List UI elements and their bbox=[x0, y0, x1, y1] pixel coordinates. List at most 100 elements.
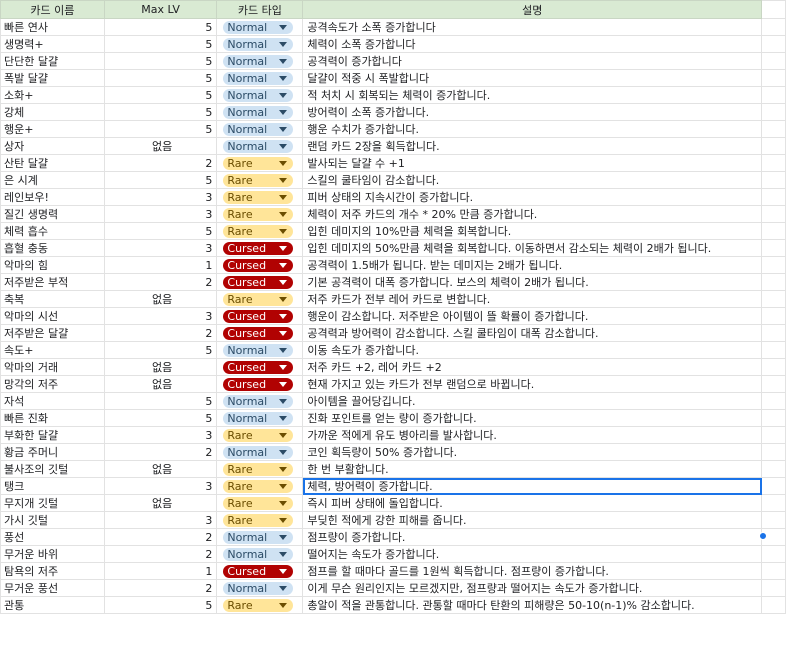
card-name-cell[interactable]: 탱크 bbox=[0, 477, 105, 495]
description-cell[interactable]: 피버 상태의 지속시간이 증가합니다. bbox=[302, 188, 763, 206]
card-name-cell[interactable]: 은 시계 bbox=[0, 171, 105, 189]
dropdown-arrow-icon[interactable] bbox=[279, 500, 288, 506]
card-type-cell[interactable]: Cursed bbox=[216, 375, 304, 393]
card-type-dropdown[interactable]: Rare bbox=[223, 224, 294, 238]
card-type-cell[interactable]: Rare bbox=[216, 460, 304, 478]
card-type-dropdown[interactable]: Normal bbox=[223, 71, 294, 85]
card-type-cell[interactable]: Normal bbox=[216, 392, 304, 410]
max-lv-cell[interactable]: 5 bbox=[103, 103, 218, 121]
card-name-cell[interactable]: 무지개 깃털 bbox=[0, 494, 105, 512]
card-type-dropdown[interactable]: Rare bbox=[223, 598, 294, 612]
card-type-dropdown[interactable]: Cursed bbox=[223, 564, 294, 578]
dropdown-arrow-icon[interactable] bbox=[279, 466, 288, 472]
empty-cell[interactable] bbox=[761, 35, 786, 53]
empty-cell[interactable] bbox=[761, 443, 786, 461]
card-type-cell[interactable]: Normal bbox=[216, 443, 304, 461]
card-type-cell[interactable]: Normal bbox=[216, 52, 304, 70]
card-type-dropdown[interactable]: Normal bbox=[223, 37, 294, 51]
empty-cell[interactable] bbox=[761, 307, 786, 325]
card-type-cell[interactable]: Rare bbox=[216, 511, 304, 529]
card-name-cell[interactable]: 악마의 시선 bbox=[0, 307, 105, 325]
empty-cell[interactable] bbox=[761, 273, 786, 291]
max-lv-cell[interactable]: 5 bbox=[103, 596, 218, 614]
dropdown-arrow-icon[interactable] bbox=[279, 364, 288, 370]
max-lv-cell[interactable]: 5 bbox=[103, 222, 218, 240]
header-card-name[interactable]: 카드 이름 bbox=[0, 0, 105, 19]
card-type-dropdown[interactable]: Normal bbox=[223, 54, 294, 68]
header-description[interactable]: 설명 bbox=[302, 0, 763, 19]
card-type-dropdown[interactable]: Normal bbox=[223, 343, 294, 357]
dropdown-arrow-icon[interactable] bbox=[279, 262, 288, 268]
max-lv-cell[interactable]: 1 bbox=[103, 256, 218, 274]
card-type-dropdown[interactable]: Normal bbox=[223, 530, 294, 544]
dropdown-arrow-icon[interactable] bbox=[279, 415, 288, 421]
card-type-cell[interactable]: Cursed bbox=[216, 273, 304, 291]
empty-cell[interactable] bbox=[761, 222, 786, 240]
max-lv-cell[interactable]: 1 bbox=[103, 562, 218, 580]
description-cell[interactable]: 부딪힌 적에게 강한 피해를 줍니다. bbox=[302, 511, 763, 529]
description-cell[interactable]: 스킬의 쿨타임이 감소합니다. bbox=[302, 171, 763, 189]
card-type-dropdown[interactable]: Rare bbox=[223, 462, 294, 476]
description-cell[interactable]: 총알이 적을 관통합니다. 관통할 때마다 탄환의 피해량은 50-10(n-1… bbox=[302, 596, 763, 614]
max-lv-cell[interactable]: 없음 bbox=[103, 375, 218, 393]
card-name-cell[interactable]: 강체 bbox=[0, 103, 105, 121]
description-cell[interactable]: 저주 카드 +2, 레어 카드 +2 bbox=[302, 358, 763, 376]
dropdown-arrow-icon[interactable] bbox=[279, 58, 288, 64]
card-type-dropdown[interactable]: Cursed bbox=[223, 241, 294, 255]
description-cell[interactable]: 적 처치 시 회복되는 체력이 증가합니다. bbox=[302, 86, 763, 104]
dropdown-arrow-icon[interactable] bbox=[279, 228, 288, 234]
card-type-dropdown[interactable]: Normal bbox=[223, 411, 294, 425]
description-cell[interactable]: 한 번 부활합니다. bbox=[302, 460, 763, 478]
dropdown-arrow-icon[interactable] bbox=[279, 534, 288, 540]
card-type-dropdown[interactable]: Rare bbox=[223, 292, 294, 306]
max-lv-cell[interactable]: 2 bbox=[103, 545, 218, 563]
dropdown-arrow-icon[interactable] bbox=[279, 160, 288, 166]
description-cell[interactable]: 방어력이 소폭 증가합니다. bbox=[302, 103, 763, 121]
description-cell[interactable]: 즉시 피버 상태에 돌입합니다. bbox=[302, 494, 763, 512]
card-type-cell[interactable]: Normal bbox=[216, 86, 304, 104]
dropdown-arrow-icon[interactable] bbox=[279, 143, 288, 149]
max-lv-cell[interactable]: 5 bbox=[103, 52, 218, 70]
max-lv-cell[interactable]: 없음 bbox=[103, 137, 218, 155]
card-name-cell[interactable]: 축복 bbox=[0, 290, 105, 308]
dropdown-arrow-icon[interactable] bbox=[279, 126, 288, 132]
max-lv-cell[interactable]: 5 bbox=[103, 35, 218, 53]
card-name-cell[interactable]: 탐욕의 저주 bbox=[0, 562, 105, 580]
description-cell[interactable]: 이게 무슨 원리인지는 모르겠지만, 점프량과 떨어지는 속도가 증가합니다. bbox=[302, 579, 763, 597]
empty-cell[interactable] bbox=[761, 511, 786, 529]
dropdown-arrow-icon[interactable] bbox=[279, 194, 288, 200]
card-type-cell[interactable]: Normal bbox=[216, 545, 304, 563]
max-lv-cell[interactable]: 5 bbox=[103, 392, 218, 410]
empty-cell[interactable] bbox=[761, 562, 786, 580]
max-lv-cell[interactable]: 5 bbox=[103, 120, 218, 138]
card-name-cell[interactable]: 풍선 bbox=[0, 528, 105, 546]
card-type-dropdown[interactable]: Cursed bbox=[223, 377, 294, 391]
card-type-dropdown[interactable]: Normal bbox=[223, 122, 294, 136]
max-lv-cell[interactable]: 3 bbox=[103, 205, 218, 223]
dropdown-arrow-icon[interactable] bbox=[279, 109, 288, 115]
max-lv-cell[interactable]: 3 bbox=[103, 239, 218, 257]
max-lv-cell[interactable]: 5 bbox=[103, 86, 218, 104]
card-name-cell[interactable]: 불사조의 깃털 bbox=[0, 460, 105, 478]
card-name-cell[interactable]: 황금 주머니 bbox=[0, 443, 105, 461]
dropdown-arrow-icon[interactable] bbox=[279, 296, 288, 302]
dropdown-arrow-icon[interactable] bbox=[279, 517, 288, 523]
card-name-cell[interactable]: 흡혈 충동 bbox=[0, 239, 105, 257]
max-lv-cell[interactable]: 5 bbox=[103, 409, 218, 427]
max-lv-cell[interactable]: 5 bbox=[103, 69, 218, 87]
card-type-cell[interactable]: Rare bbox=[216, 205, 304, 223]
card-name-cell[interactable]: 가시 깃털 bbox=[0, 511, 105, 529]
card-type-cell[interactable]: Normal bbox=[216, 35, 304, 53]
card-type-dropdown[interactable]: Rare bbox=[223, 156, 294, 170]
dropdown-arrow-icon[interactable] bbox=[279, 381, 288, 387]
card-type-cell[interactable]: Normal bbox=[216, 409, 304, 427]
card-name-cell[interactable]: 단단한 달걀 bbox=[0, 52, 105, 70]
dropdown-arrow-icon[interactable] bbox=[279, 398, 288, 404]
dropdown-arrow-icon[interactable] bbox=[279, 585, 288, 591]
card-name-cell[interactable]: 폭발 달걀 bbox=[0, 69, 105, 87]
card-name-cell[interactable]: 빠른 진화 bbox=[0, 409, 105, 427]
card-name-cell[interactable]: 산탄 달걀 bbox=[0, 154, 105, 172]
dropdown-arrow-icon[interactable] bbox=[279, 279, 288, 285]
card-type-dropdown[interactable]: Normal bbox=[223, 547, 294, 561]
header-max-lv[interactable]: Max LV bbox=[103, 0, 218, 19]
